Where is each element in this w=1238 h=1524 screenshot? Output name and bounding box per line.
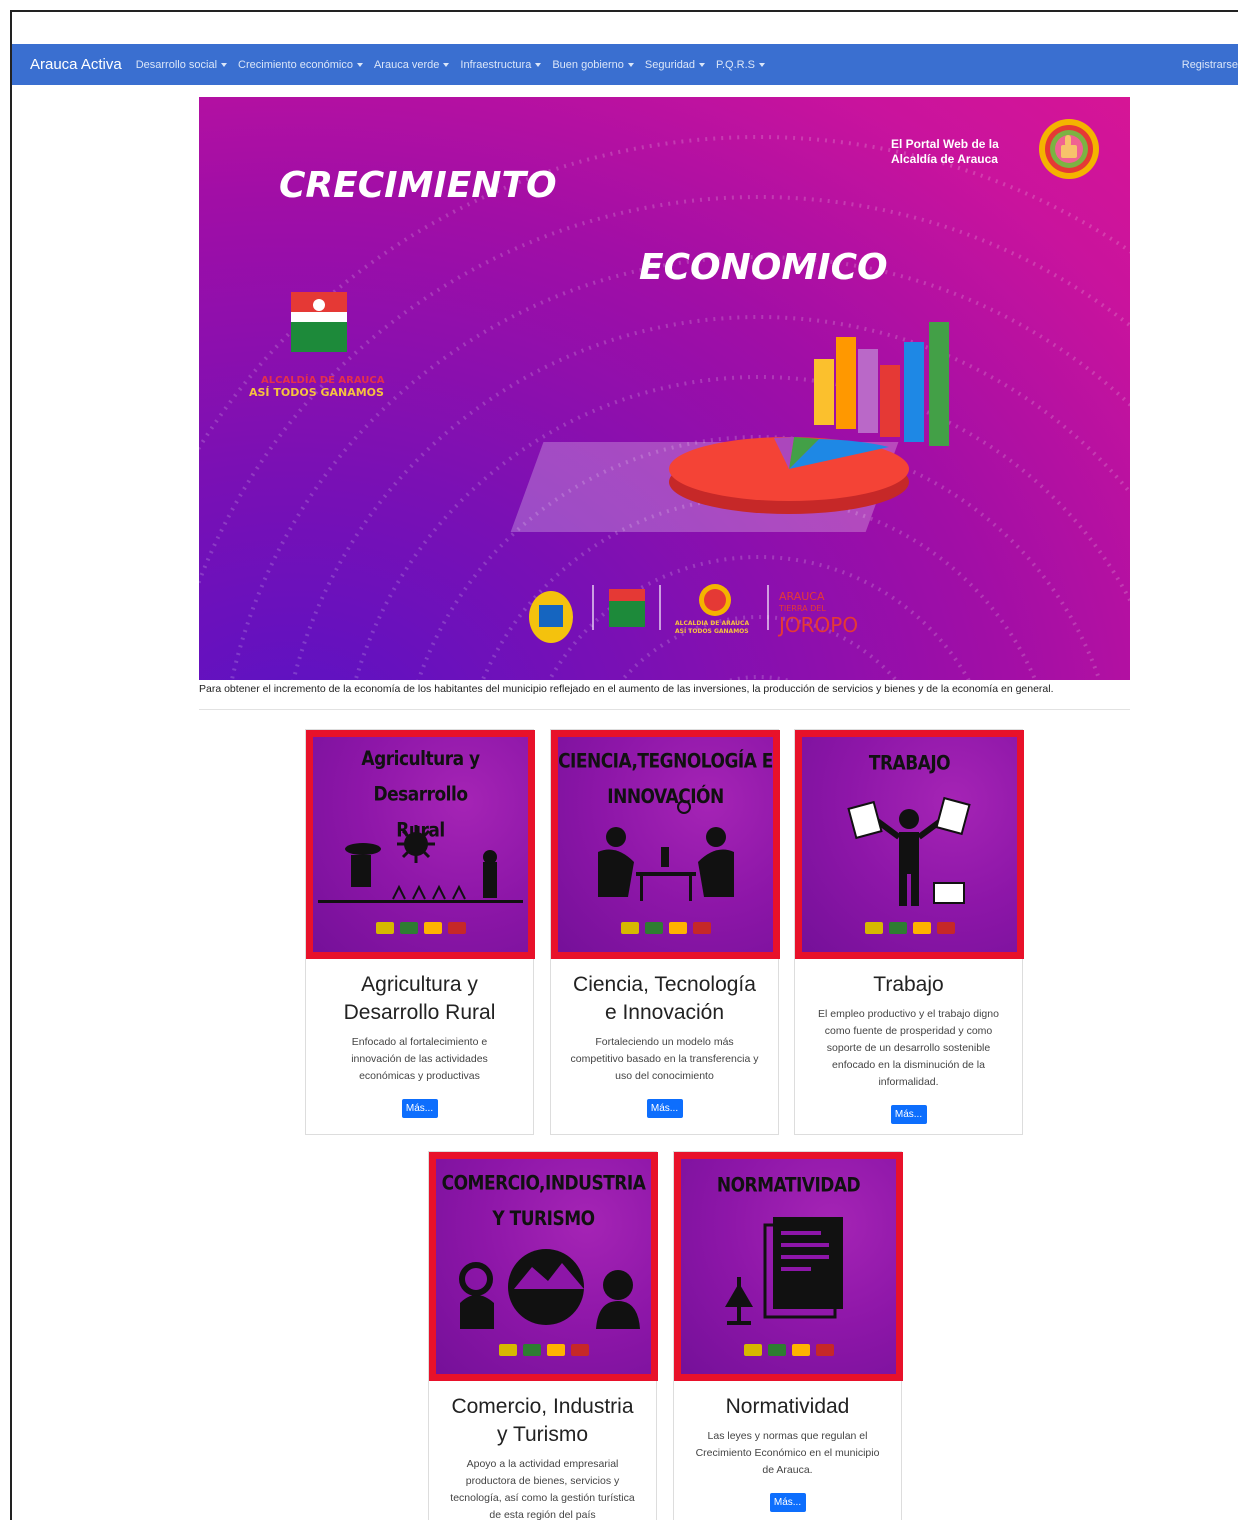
worker-icon (847, 796, 971, 906)
card-title: Agricultura y Desarrollo Rural (343, 973, 496, 1024)
hero-title-2: ECONOMICO (639, 247, 888, 288)
card-image[interactable]: COMERCIO,INDUSTRIA Y TURISMO (429, 1152, 658, 1381)
card-image[interactable]: NORMATIVIDAD (674, 1152, 903, 1381)
caret-down-icon (356, 62, 363, 67)
caret-down-icon (221, 62, 228, 67)
caret-down-icon (627, 62, 634, 67)
mini-logos (558, 922, 773, 934)
card-text: Las leyes y normas que regulan el Crecimi… (695, 1430, 880, 1476)
nav-desarrollo-social[interactable]: Desarrollo social (136, 59, 228, 71)
card-body: Trabajo El empleo productivo y el trabaj… (795, 971, 1022, 1124)
nav-arauca-verde[interactable]: Arauca verde (374, 59, 450, 71)
hero-title-1: CRECIMIENTO (279, 165, 557, 206)
card-image[interactable]: TRABAJO (795, 730, 1024, 959)
mas-button[interactable]: Más... (646, 1099, 683, 1118)
alcaldia-text-2: ASÍ TODOS GANAMOS (249, 386, 384, 399)
pie-chart-icon (510, 437, 909, 532)
card-body: Comercio, Industria y Turismo Apoyo a la … (429, 1393, 656, 1524)
scientist-icon (598, 800, 734, 901)
mini-logos (681, 1344, 896, 1356)
arauca-text-1: ARAUCA (779, 590, 825, 603)
arauca-text-3: JOROPO (777, 613, 858, 637)
law-icon (725, 1217, 843, 1325)
divider (199, 709, 1130, 710)
card-agricultura: Agricultura y Desarrollo Rural Agricultu… (305, 729, 535, 1135)
footer-logo-text-2: ASÍ TODOS GANAMOS (675, 627, 749, 635)
register-link[interactable]: Registrarse (1182, 59, 1238, 71)
nav-buen-gobierno[interactable]: Buen gobierno (552, 59, 634, 71)
mini-logos (313, 922, 528, 934)
card-title: Normatividad (725, 1395, 850, 1418)
caret-down-icon (699, 62, 706, 67)
card-text: El empleo productivo y el trabajo digno c… (818, 1008, 999, 1088)
hero-banner: CRECIMIENTO ECONOMICO El Portal Web de l… (199, 97, 1130, 680)
bar-chart-icon (814, 322, 949, 446)
tourism-icon (459, 1249, 640, 1329)
hero-caption: Para obtener el incremento de la economí… (199, 683, 1054, 695)
card-title: Ciencia, Tecnología e Innovación (573, 973, 756, 1024)
alcaldia-text-1: ALCALDÍA DE ARAUCA (261, 373, 385, 386)
card-text: Fortaleciendo un modelo más competitivo b… (570, 1036, 759, 1082)
card-body: Normatividad Las leyes y normas que regu… (674, 1393, 901, 1512)
card-ciencia: CIENCIA,TEGNOLOGÍA E INNOVACIÓN Ciencia,… (550, 729, 780, 1135)
card-image[interactable]: Agricultura y Desarrollo Rural (306, 730, 535, 959)
mini-logos (436, 1344, 651, 1356)
card-body: Agricultura y Desarrollo Rural Enfocado a… (306, 971, 533, 1118)
card-title: Comercio, Industria y Turismo (451, 1395, 634, 1446)
card-image[interactable]: CIENCIA,TEGNOLOGÍA E INNOVACIÓN (551, 730, 780, 959)
hero-graphic: CRECIMIENTO ECONOMICO El Portal Web de l… (199, 119, 1130, 680)
card-text: Apoyo a la actividad empresarial producto… (450, 1458, 635, 1521)
card-comercio: COMERCIO,INDUSTRIA Y TURISMO Comercio, I… (428, 1151, 658, 1521)
mas-button[interactable]: Más... (890, 1105, 927, 1124)
caret-down-icon (758, 62, 765, 67)
mini-logos (802, 922, 1017, 934)
nav-infraestructura[interactable]: Infraestructura (460, 59, 542, 71)
mas-button[interactable]: Más... (769, 1493, 806, 1512)
alcaldia-logo (291, 292, 347, 352)
dotted-arcs (199, 135, 1130, 680)
mas-button[interactable]: Más... (401, 1099, 438, 1118)
farmer-icon (318, 825, 523, 903)
portal-line-2: Alcaldía de Arauca (891, 152, 998, 166)
caret-down-icon (443, 62, 450, 67)
nav-seguridad[interactable]: Seguridad (645, 59, 706, 71)
caret-down-icon (535, 62, 542, 67)
card-normatividad: NORMATIVIDAD Normatividad Las leyes y no… (673, 1151, 903, 1520)
footer-logo-text-1: ALCALDIA DE ARAUCA (675, 620, 749, 627)
card-body: Ciencia, Tecnología e Innovación Fortalec… (551, 971, 778, 1118)
thumbs-up-icon (1039, 119, 1099, 179)
arauca-text-2: TIERRA DEL (778, 604, 826, 613)
brand-link[interactable]: Arauca Activa (30, 56, 122, 73)
top-navbar: Arauca Activa Desarrollo social Crecimie… (12, 44, 1238, 85)
card-title: Trabajo (873, 973, 944, 996)
card-text: Enfocado al fortalecimiento e innovación … (351, 1036, 488, 1082)
portal-line-1: El Portal Web de la (891, 137, 999, 151)
nav-crecimiento-economico[interactable]: Crecimiento económico (238, 59, 363, 71)
card-trabajo: TRABAJO Trabajo El empleo productivo y e… (794, 729, 1024, 1135)
nav-pqrs[interactable]: P.Q.R.S (716, 59, 765, 71)
